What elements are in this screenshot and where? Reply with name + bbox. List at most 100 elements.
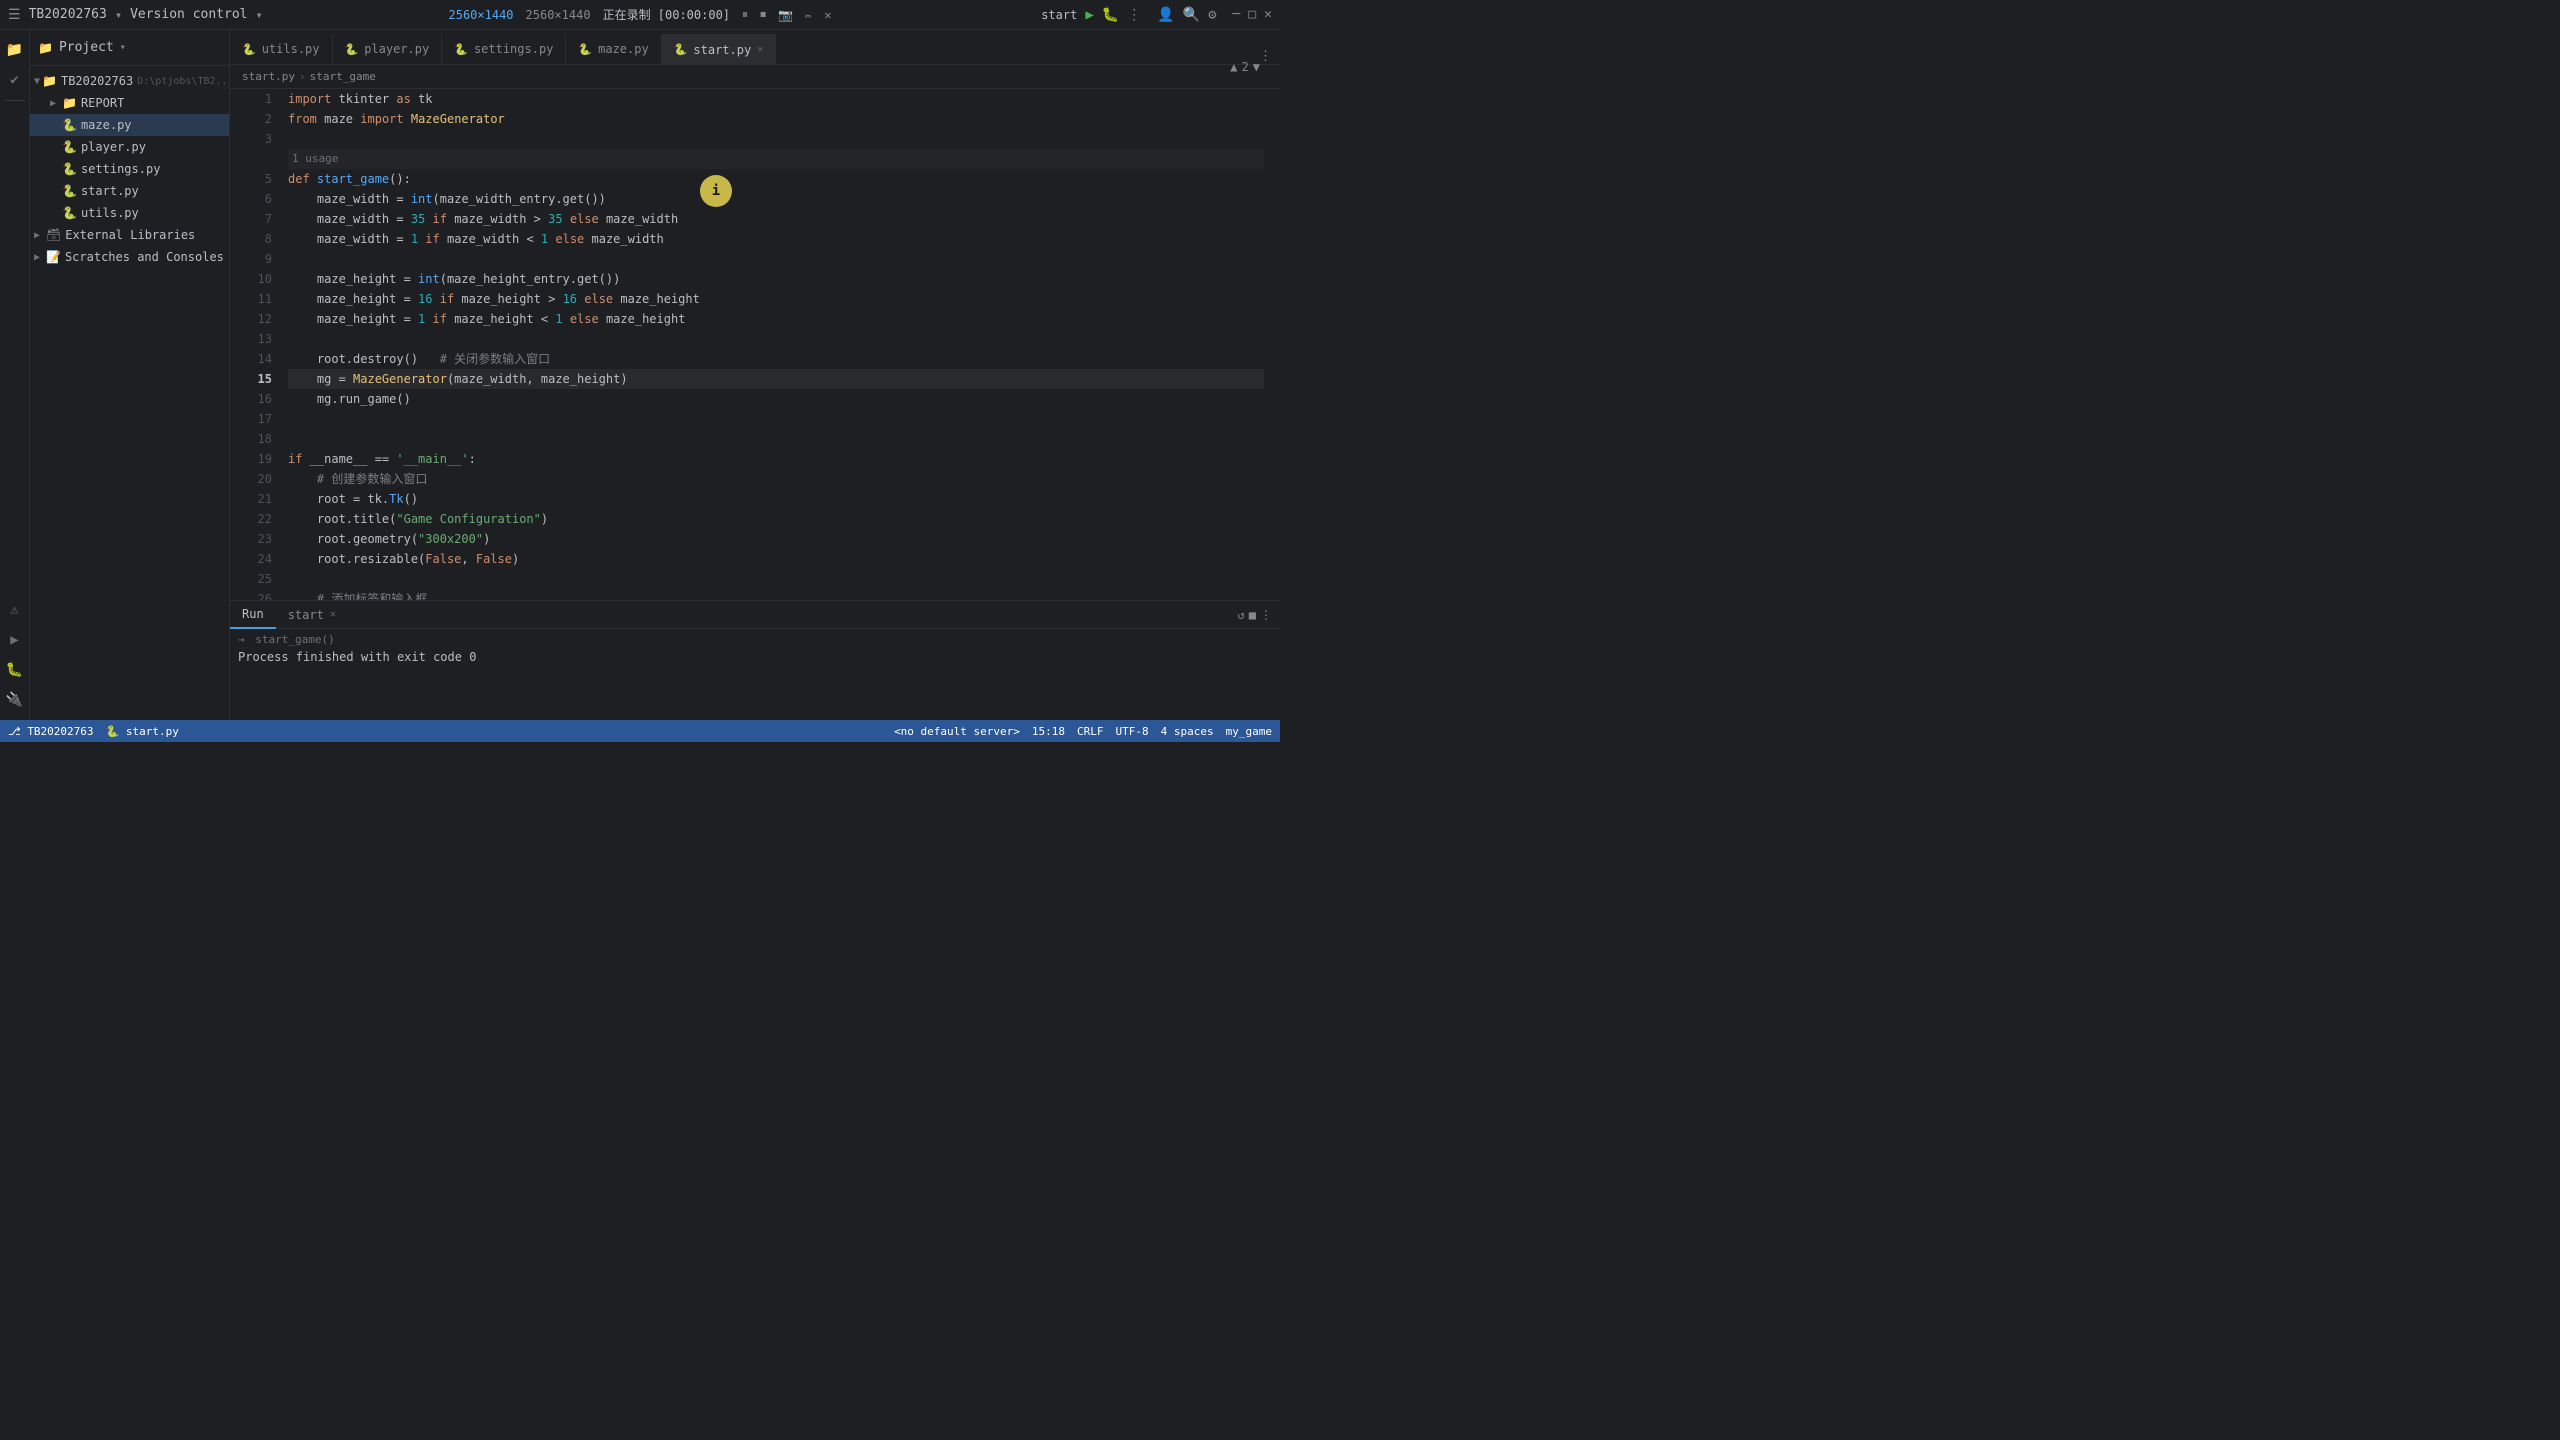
run-output-text: Process finished with exit code 0 xyxy=(238,650,476,664)
activity-debug-icon[interactable]: 🐛 xyxy=(3,658,27,682)
version-control[interactable]: Version control xyxy=(130,7,247,22)
editor-scrollbar[interactable] xyxy=(1272,89,1280,600)
tree-report-arrow: ▶ xyxy=(50,98,60,109)
activity-problems-icon[interactable]: ⚠ xyxy=(3,598,27,622)
folder-icon: 📁 xyxy=(38,41,53,55)
record-status: 正在录制 [00:00:00] xyxy=(603,6,730,23)
tab-start-icon: 🐍 xyxy=(674,43,688,56)
settings-icon[interactable]: ⚙ xyxy=(1208,7,1216,23)
close-btn[interactable]: ✕ xyxy=(1264,7,1272,22)
resolution-value: 2560×1440 xyxy=(526,8,591,22)
close-record-icon[interactable]: ✕ xyxy=(824,8,831,22)
status-file[interactable]: 🐍 start.py xyxy=(106,725,179,738)
project-name[interactable]: TB20202763 xyxy=(29,7,107,22)
code-line-17 xyxy=(288,409,1264,429)
code-line-15: mg = MazeGenerator(maze_width, maze_heig… xyxy=(288,369,1264,389)
tree-settings-item[interactable]: ▶ 🐍 settings.py xyxy=(30,158,229,180)
status-encoding[interactable]: UTF-8 xyxy=(1116,725,1149,738)
run-button[interactable]: ▶ xyxy=(1085,7,1093,23)
tab-maze-label: maze.py xyxy=(598,42,649,56)
line-num-14: 14 xyxy=(230,349,272,369)
debug-button[interactable]: 🐛 xyxy=(1102,7,1119,23)
activity-commit-icon[interactable]: ✔ xyxy=(3,68,27,92)
tree-root-path: D:\ptjobs\TB2... xyxy=(137,76,229,87)
bottom-content: → start_game() Process finished with exi… xyxy=(230,629,1280,720)
status-line-ending[interactable]: CRLF xyxy=(1077,725,1104,738)
activity-project-icon[interactable]: 📁 xyxy=(3,38,27,62)
report-folder-icon: 📁 xyxy=(62,96,77,110)
status-indent[interactable]: 4 spaces xyxy=(1161,725,1214,738)
account-icon[interactable]: 👤 xyxy=(1157,7,1174,23)
pencil-icon[interactable]: ✏ xyxy=(805,8,812,22)
activity-plugins-icon[interactable]: 🔌 xyxy=(3,688,27,712)
tree-maze-item[interactable]: ▶ 🐍 maze.py xyxy=(30,114,229,136)
hamburger-menu-icon[interactable]: ☰ xyxy=(8,7,21,23)
run-config-label[interactable]: start xyxy=(1041,8,1077,22)
title-bar-left: ☰ TB20202763 ▾ Version control ▾ xyxy=(8,7,263,23)
minimize-btn[interactable]: ─ xyxy=(1233,7,1241,22)
resolution-display: 2560×1440 xyxy=(449,8,514,22)
tab-start[interactable]: 🐍 start.py ✕ xyxy=(662,34,777,64)
tree-start-item[interactable]: ▶ 🐍 start.py xyxy=(30,180,229,202)
main-layout: 📁 ✔ ⚠ ▶ 🐛 🔌 📁 Project ▾ ▼ 📁 TB20202763 D… xyxy=(0,30,1280,720)
tree-report-item[interactable]: ▶ 📁 REPORT xyxy=(30,92,229,114)
run-stop-icon[interactable]: ■ xyxy=(1249,608,1256,622)
run-restart-icon[interactable]: ↺ xyxy=(1238,608,1245,622)
tree-extlibs-item[interactable]: ▶ 🗃 External Libraries xyxy=(30,224,229,246)
code-area[interactable]: import tkinter as tk from maze import Ma… xyxy=(280,89,1272,600)
bottom-tab-run[interactable]: Run xyxy=(230,601,276,629)
bottom-tab-start[interactable]: start ✕ xyxy=(276,601,348,629)
status-server[interactable]: <no default server> xyxy=(894,725,1020,738)
tab-settings[interactable]: 🐍 settings.py xyxy=(442,34,566,64)
run-more-icon[interactable]: ⋮ xyxy=(1260,608,1272,622)
bottom-tabs: Run start ✕ ↺ ■ ⋮ xyxy=(230,601,1280,629)
git-branch-icon: ⎇ xyxy=(8,725,27,738)
line-num-19: 19 xyxy=(230,449,272,469)
code-line-19: ▶ if __name__ == '__main__': xyxy=(288,449,1264,469)
tree-scratches-item[interactable]: ▶ 📝 Scratches and Consoles xyxy=(30,246,229,268)
status-bar: ⎇ TB20202763 🐍 start.py <no default serv… xyxy=(0,720,1280,742)
stop-icon[interactable]: ⏹ xyxy=(760,7,766,22)
tooltip-circle[interactable]: i xyxy=(700,175,732,207)
tab-utils-icon: 🐍 xyxy=(242,43,256,56)
code-line-20: # 创建参数输入窗口 xyxy=(288,469,1264,489)
tree-player-item[interactable]: ▶ 🐍 player.py xyxy=(30,136,229,158)
tree-utils-item[interactable]: ▶ 🐍 utils.py xyxy=(30,202,229,224)
code-line-2: from maze import MazeGenerator xyxy=(288,109,1264,129)
tab-maze[interactable]: 🐍 maze.py xyxy=(566,34,661,64)
line-num-5: 5 xyxy=(230,169,272,189)
tree-arrow-icon: ▼ xyxy=(34,76,40,87)
more-actions-icon[interactable]: ⋮ xyxy=(1127,7,1141,23)
tab-player[interactable]: 🐍 player.py xyxy=(333,34,443,64)
run-output: Process finished with exit code 0 xyxy=(238,650,1272,664)
line-num-17: 17 xyxy=(230,409,272,429)
status-branch-name: TB20202763 xyxy=(27,725,93,738)
root-folder-icon: 📁 xyxy=(42,74,57,88)
activity-bar: 📁 ✔ ⚠ ▶ 🐛 🔌 xyxy=(0,30,30,720)
panel-chevron-icon[interactable]: ▾ xyxy=(120,42,126,53)
pause-icon[interactable]: ⏸ xyxy=(742,7,748,22)
tab-start-close[interactable]: ✕ xyxy=(757,44,763,55)
line-num-18: 18 xyxy=(230,429,272,449)
search-icon[interactable]: 🔍 xyxy=(1183,7,1200,23)
line-num-16: 16 xyxy=(230,389,272,409)
status-position[interactable]: 15:18 xyxy=(1032,725,1065,738)
tab-utils[interactable]: 🐍 utils.py xyxy=(230,34,333,64)
status-branch[interactable]: ⎇ TB20202763 xyxy=(8,725,94,738)
status-bar-right: <no default server> 15:18 CRLF UTF-8 4 s… xyxy=(894,725,1272,738)
project-panel: 📁 Project ▾ ▼ 📁 TB20202763 D:\ptjobs\TB2… xyxy=(30,30,230,720)
activity-run-icon[interactable]: ▶ xyxy=(3,628,27,652)
line-num-11: 11 xyxy=(230,289,272,309)
code-line-25 xyxy=(288,569,1264,589)
bottom-tab-start-close[interactable]: ✕ xyxy=(330,609,336,620)
line-num-23: 23 xyxy=(230,529,272,549)
tooltip-icon: i xyxy=(712,183,720,199)
line-num-8: 8 xyxy=(230,229,272,249)
screenshot-icon[interactable]: 📷 xyxy=(778,8,793,22)
code-line-13 xyxy=(288,329,1264,349)
tab-settings-label: settings.py xyxy=(474,42,553,56)
line-num-10: 10 xyxy=(230,269,272,289)
status-file-type[interactable]: my_game xyxy=(1226,725,1272,738)
maximize-btn[interactable]: □ xyxy=(1248,7,1256,22)
tree-root-item[interactable]: ▼ 📁 TB20202763 D:\ptjobs\TB2... xyxy=(30,70,229,92)
